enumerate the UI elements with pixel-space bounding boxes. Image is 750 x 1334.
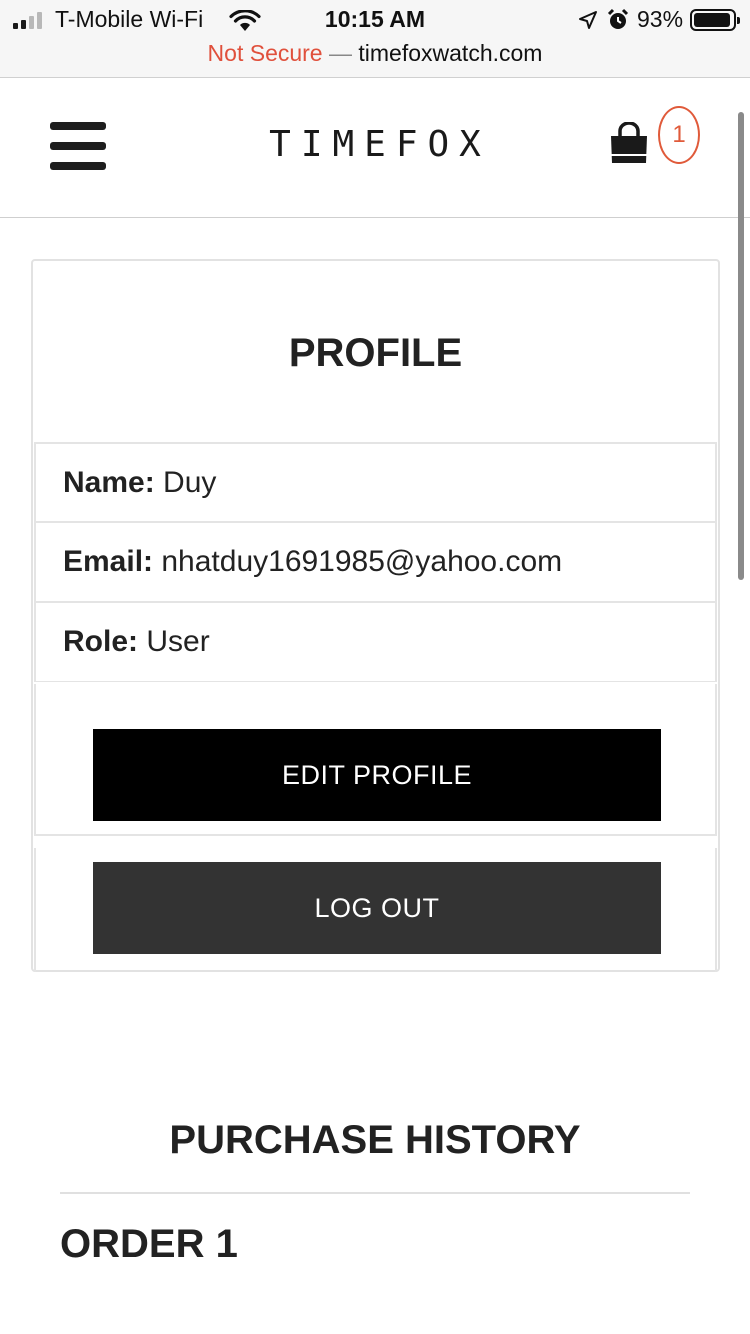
purchase-history-title: PURCHASE HISTORY — [169, 1118, 581, 1162]
edit-profile-row: EDIT PROFILE — [34, 684, 717, 836]
profile-title: PROFILE — [288, 331, 463, 375]
profile-role-row: Role: User — [34, 602, 717, 682]
alarm-clock-icon — [607, 8, 629, 29]
profile-email-row: Email: nhatduy1691985@yahoo.com — [34, 522, 717, 602]
status-bar: T-Mobile Wi-Fi 10:15 AM 93% — [0, 0, 750, 40]
url-separator: — — [322, 40, 359, 66]
location-arrow-icon — [579, 11, 597, 29]
profile-name-row: Name: Duy — [34, 442, 717, 522]
profile-card: PROFILE Name: Duy Email: nhatduy1691985@… — [31, 259, 720, 972]
shopping-bag-icon[interactable] — [608, 122, 650, 166]
cart-count-badge[interactable]: 1 — [658, 106, 700, 164]
battery-percentage: 93% — [637, 6, 684, 32]
name-value: Duy — [163, 466, 217, 499]
email-label: Email: — [63, 545, 154, 578]
role-value: User — [146, 625, 210, 658]
profile-info-list: Name: Duy Email: nhatduy1691985@yahoo.co… — [34, 442, 717, 682]
email-value: nhatduy1691985@yahoo.com — [161, 545, 563, 578]
site-header: TIMEFOX 1 — [0, 78, 750, 218]
security-warning: Not Secure — [207, 40, 323, 66]
history-divider — [60, 1192, 690, 1194]
scrollbar[interactable] — [738, 112, 744, 580]
order-title[interactable]: ORDER 1 — [60, 1222, 238, 1267]
battery-icon — [690, 9, 740, 31]
edit-profile-button[interactable]: EDIT PROFILE — [93, 729, 661, 821]
logout-row: LOG OUT — [34, 848, 717, 972]
logout-button[interactable]: LOG OUT — [93, 862, 661, 954]
role-label: Role: — [63, 625, 138, 658]
name-label: Name: — [63, 466, 155, 499]
url-domain: timefoxwatch.com — [358, 40, 543, 66]
url-bar[interactable]: Not Secure — timefoxwatch.com — [0, 40, 750, 78]
